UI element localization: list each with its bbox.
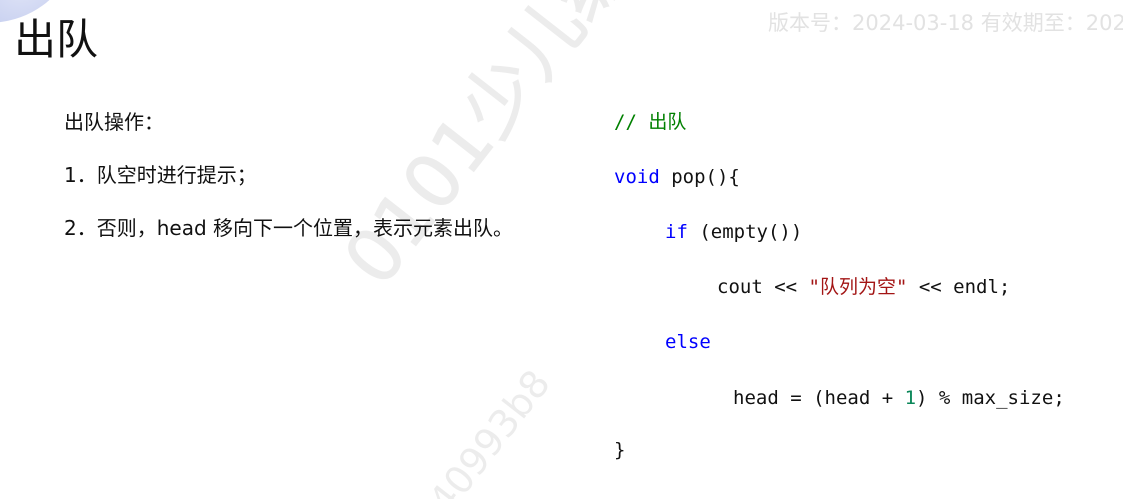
code-line-if: if (empty()) (665, 218, 802, 246)
code-comment: // 出队 (614, 111, 687, 133)
keyword-if: if (665, 221, 688, 243)
watermark-id: 40993b8 (420, 361, 559, 499)
head-suffix: ) % max_size; (916, 387, 1065, 409)
cout-string: "队列为空" (808, 276, 908, 298)
version-info: 版本号：2024-03-18 有效期至：202 (768, 11, 1123, 35)
code-line-func: void pop(){ (614, 163, 740, 191)
code-line-cout: cout << "队列为空" << endl; (717, 273, 1010, 301)
code-line-close: } (614, 436, 625, 464)
slide: 出队 版本号：2024-03-18 有效期至：202 出队操作： 1．队空时进行… (0, 0, 1123, 499)
code-line-else: else (665, 328, 711, 356)
code-line-head: head = (head + 1) % max_size; (733, 384, 1065, 412)
description-item-1: 1．队空时进行提示； (64, 163, 257, 187)
code-line-comment: // 出队 (614, 108, 686, 136)
slide-title: 出队 (14, 15, 99, 64)
func-signature: pop(){ (659, 166, 740, 188)
cout-prefix: cout << (717, 276, 809, 298)
keyword-else: else (665, 331, 711, 353)
keyword-void: void (614, 166, 660, 188)
head-prefix: head = (head + (733, 387, 905, 409)
cout-suffix: << endl; (907, 276, 1011, 298)
closing-brace: } (614, 439, 626, 461)
if-condition: (empty()) (687, 221, 803, 243)
head-number: 1 (904, 387, 917, 409)
